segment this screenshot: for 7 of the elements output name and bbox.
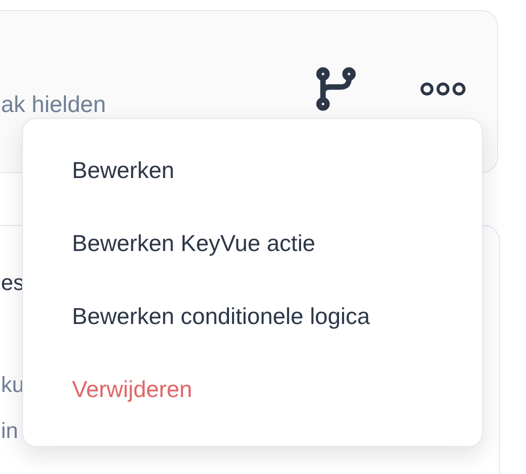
- more-icon[interactable]: [420, 82, 466, 96]
- card-text: in: [1, 418, 18, 444]
- branch-icon[interactable]: [316, 67, 356, 111]
- card-text: ak hielden: [1, 91, 106, 117]
- menu-item[interactable]: Bewerken KeyVue actie: [23, 230, 316, 256]
- menu-item[interactable]: Bewerken conditionele logica: [23, 303, 370, 329]
- menu-item[interactable]: Bewerken: [23, 157, 174, 183]
